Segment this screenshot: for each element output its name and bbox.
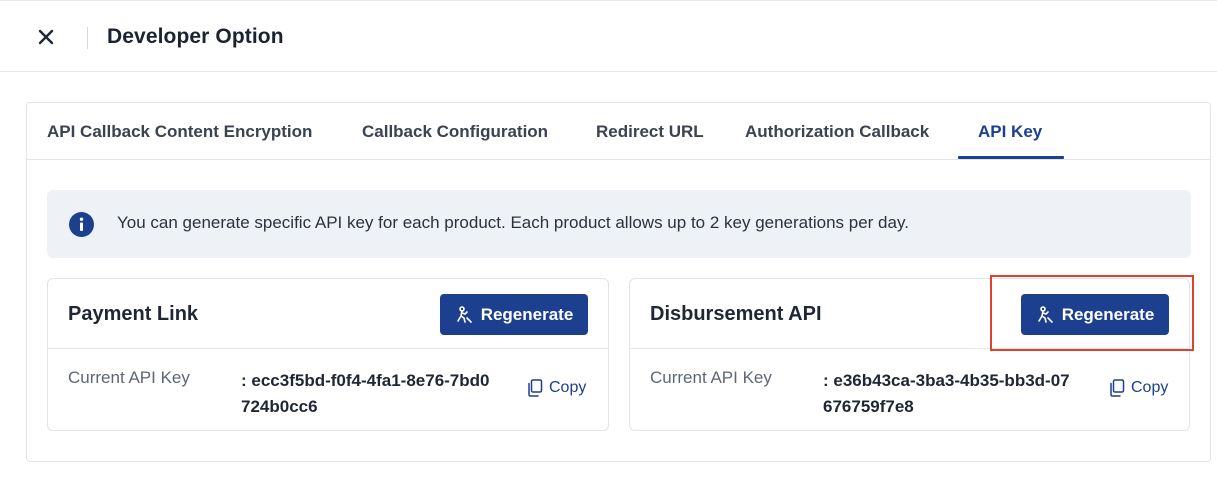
regenerate-icon: [456, 305, 472, 323]
api-key-panel: API Callback Content Encryption Callback…: [26, 102, 1211, 462]
tab-authorization-callback[interactable]: Authorization Callback: [745, 103, 929, 160]
card-header: Disbursement API Regenerate: [630, 279, 1189, 349]
info-banner: You can generate specific API key for ea…: [47, 190, 1191, 258]
regenerate-button[interactable]: Regenerate: [440, 294, 588, 335]
card-title: Payment Link: [68, 303, 199, 325]
copy-label: Copy: [1131, 379, 1169, 396]
close-icon: [38, 29, 54, 45]
regenerate-button[interactable]: Regenerate: [1021, 294, 1169, 335]
info-text: You can generate specific API key for ea…: [117, 213, 909, 232]
disbursement-api-card: Disbursement API Regenerate Current API …: [629, 278, 1190, 431]
key-value: : ecc3f5bd-f0f4-4fa1-8e76-7bd0724b0cc6: [241, 371, 490, 416]
regenerate-label: Regenerate: [480, 304, 574, 324]
active-tab-indicator: [958, 156, 1064, 159]
page-title: Developer Option: [107, 25, 284, 48]
key-label: Current API Key: [650, 368, 772, 387]
regenerate-label: Regenerate: [1061, 304, 1155, 324]
key-label: Current API Key: [68, 368, 190, 387]
tab-callback-configuration[interactable]: Callback Configuration: [362, 103, 548, 160]
tab-api-key[interactable]: API Key: [978, 103, 1042, 160]
close-button[interactable]: [34, 25, 58, 49]
key-value: : e36b43ca-3ba3-4b35-bb3d-07676759f7e8: [823, 371, 1070, 416]
header-divider: [87, 27, 88, 49]
info-icon: [69, 212, 94, 237]
regenerate-icon: [1037, 305, 1053, 323]
payment-link-card: Payment Link Regenerate Current API Key …: [47, 278, 609, 431]
tab-api-callback-content-encryption[interactable]: API Callback Content Encryption: [47, 103, 312, 160]
page-header: Developer Option: [0, 0, 1217, 72]
copy-icon: [1110, 379, 1125, 397]
tab-bar: API Callback Content Encryption Callback…: [27, 103, 1210, 160]
copy-label: Copy: [549, 379, 587, 396]
card-title: Disbursement API: [650, 303, 822, 325]
copy-button[interactable]: Copy: [527, 379, 586, 397]
tab-redirect-url[interactable]: Redirect URL: [596, 103, 704, 160]
card-header: Payment Link Regenerate: [48, 279, 608, 349]
copy-button[interactable]: Copy: [1109, 379, 1168, 397]
copy-icon: [528, 379, 543, 397]
